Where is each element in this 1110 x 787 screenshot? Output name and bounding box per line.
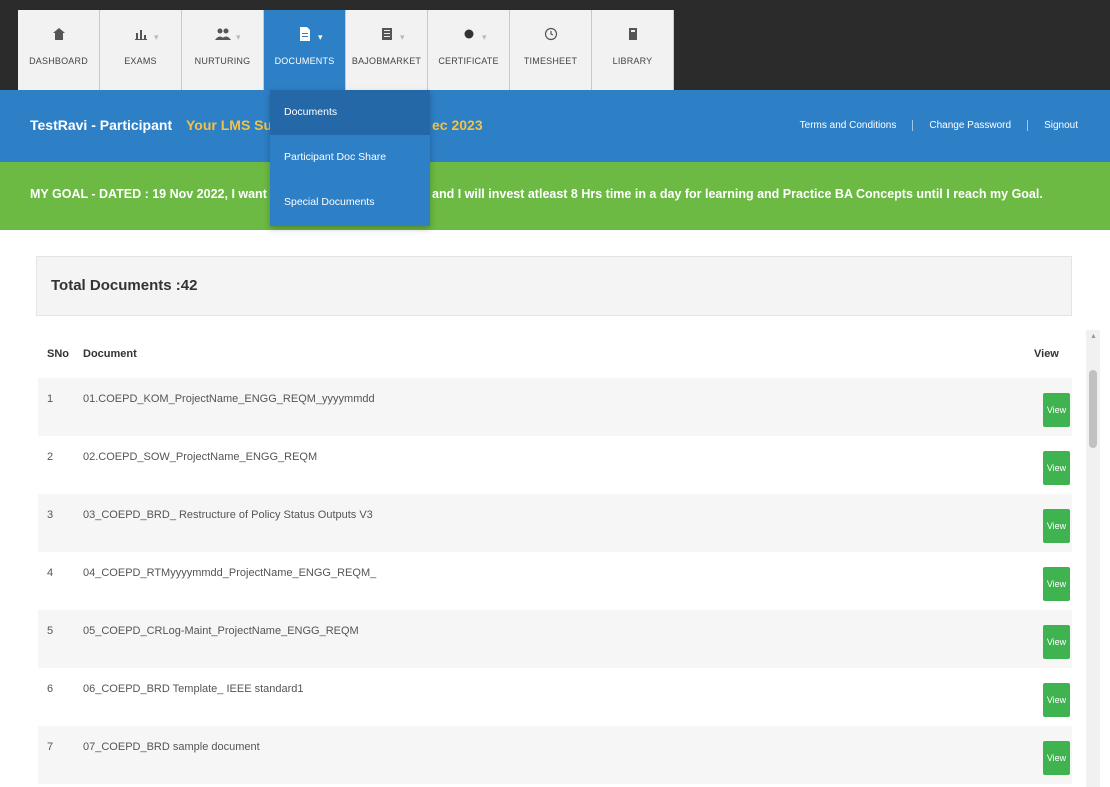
participant-name: TestRavi - Participant [30, 117, 173, 133]
column-header-view: View [1034, 348, 1059, 360]
people-icon [213, 24, 233, 44]
chart-icon [131, 24, 151, 44]
tab-documents[interactable]: ▾ DOCUMENTS [264, 10, 346, 90]
row-sno: 6 [47, 683, 54, 695]
row-sno: 3 [47, 509, 54, 521]
table-row: 4 04_COEPD_RTMyyyymmdd_ProjectName_ENGG_R… [38, 552, 1072, 610]
view-button[interactable]: View [1043, 683, 1070, 717]
row-sno: 2 [47, 451, 54, 463]
view-button[interactable]: View [1043, 451, 1070, 485]
column-header-document: Document [83, 348, 137, 360]
caret-down-icon: ▾ [400, 32, 405, 42]
menu-item-special-documents[interactable]: Special Documents [270, 180, 430, 225]
view-button[interactable]: View [1043, 509, 1070, 543]
tab-label: BAJOBMARKET [351, 56, 422, 66]
row-document-name: 01.COEPD_KOM_ProjectName_ENGG_REQM_yyyym… [83, 393, 375, 405]
row-sno: 1 [47, 393, 54, 405]
view-button[interactable]: View [1043, 741, 1070, 775]
menu-item-participant-doc-share[interactable]: Participant Doc Share [270, 135, 430, 180]
tab-label: DASHBOARD [29, 56, 88, 66]
row-document-name: 05_COEPD_CRLog-Maint_ProjectName_ENGG_RE… [83, 625, 359, 637]
tab-label: NURTURING [194, 56, 251, 66]
row-document-name: 03_COEPD_BRD_ Restructure of Policy Stat… [83, 509, 373, 521]
view-button[interactable]: View [1043, 625, 1070, 659]
signout-link[interactable]: Signout [1027, 120, 1094, 131]
briefcase-icon [377, 24, 397, 44]
table-scrollbar[interactable]: ▲ [1086, 330, 1100, 787]
row-document-name: 02.COEPD_SOW_ProjectName_ENGG_REQM [83, 451, 318, 463]
table-body: 1 01.COEPD_KOM_ProjectName_ENGG_REQM_yyyy… [38, 378, 1072, 784]
tab-nurturing[interactable]: ▾ NURTURING [182, 10, 264, 90]
row-sno: 4 [47, 567, 54, 579]
participant-bar: TestRavi - Participant Your LMS Sub ec 2… [0, 90, 1110, 162]
row-document-name: 06_COEPD_BRD Template_ IEEE standard1 [83, 683, 304, 695]
tab-library[interactable]: LIBRARY [592, 10, 674, 90]
goal-banner: MY GOAL - DATED : 19 Nov 2022, I want To… [0, 162, 1110, 230]
tab-label: CERTIFICATE [438, 56, 499, 66]
table-row: 1 01.COEPD_KOM_ProjectName_ENGG_REQM_yyyy… [38, 378, 1072, 436]
row-document-name: 07_COEPD_BRD sample document [83, 741, 260, 753]
table-row: 3 03_COEPD_BRD_ Restructure of Policy Sta… [38, 494, 1072, 552]
badge-icon [459, 24, 479, 44]
tab-certificate[interactable]: ▾ CERTIFICATE [428, 10, 510, 90]
lms-subscription-text-start: Your LMS Sub [186, 117, 281, 133]
nav-tabs: DASHBOARD ▾ EXAMS ▾ NURTURING ▾ DOCUMENTS ▾ BAJO… [18, 10, 674, 90]
table-row: 5 05_COEPD_CRLog-Maint_ProjectName_ENGG_R… [38, 610, 1072, 668]
row-sno: 7 [47, 741, 54, 753]
change-password-link[interactable]: Change Password [912, 120, 1027, 131]
goal-text-end: and I will invest atleast 8 Hrs time in … [432, 187, 1043, 201]
row-sno: 5 [47, 625, 54, 637]
dashboard-icon [49, 24, 69, 44]
tab-label: DOCUMENTS [274, 56, 335, 66]
clock-icon [541, 24, 561, 44]
tab-dashboard[interactable]: DASHBOARD [18, 10, 100, 90]
tab-label: EXAMS [124, 56, 157, 66]
total-documents-title: Total Documents :42 [51, 277, 198, 294]
table-header: SNo Document View [38, 330, 1072, 378]
table-row: 2 02.COEPD_SOW_ProjectName_ENGG_REQM View [38, 436, 1072, 494]
scrollbar-thumb[interactable] [1089, 370, 1097, 448]
column-header-sno: SNo [47, 348, 69, 360]
goal-text-start: MY GOAL - DATED : 19 Nov 2022, I want To [30, 187, 285, 201]
caret-down-icon: ▾ [236, 32, 241, 42]
documents-table: SNo Document View 1 01.COEPD_KOM_ProjectN… [38, 330, 1072, 784]
tab-exams[interactable]: ▾ EXAMS [100, 10, 182, 90]
documents-panel-header: Total Documents :42 [36, 256, 1072, 316]
top-navigation: DASHBOARD ▾ EXAMS ▾ NURTURING ▾ DOCUMENTS ▾ BAJO… [0, 0, 1110, 90]
view-button[interactable]: View [1043, 393, 1070, 427]
tab-label: TIMESHEET [523, 56, 578, 66]
tab-label: LIBRARY [612, 56, 653, 66]
header-links: Terms and Conditions Change Password Sig… [784, 120, 1094, 131]
book-icon [623, 24, 643, 44]
terms-link[interactable]: Terms and Conditions [784, 120, 913, 131]
caret-down-icon: ▾ [318, 32, 323, 42]
document-icon [295, 24, 315, 44]
table-row: 7 07_COEPD_BRD sample document View [38, 726, 1072, 784]
view-button[interactable]: View [1043, 567, 1070, 601]
lms-subscription-text-end: ec 2023 [432, 117, 483, 133]
documents-dropdown-menu: Documents Participant Doc Share Special … [270, 90, 430, 226]
scroll-up-arrow-icon[interactable]: ▲ [1090, 333, 1097, 340]
menu-item-documents[interactable]: Documents [270, 90, 430, 135]
row-document-name: 04_COEPD_RTMyyyymmdd_ProjectName_ENGG_RE… [83, 567, 377, 579]
tab-timesheet[interactable]: TIMESHEET [510, 10, 592, 90]
tab-bajobmarket[interactable]: ▾ BAJOBMARKET [346, 10, 428, 90]
caret-down-icon: ▾ [154, 32, 159, 42]
caret-down-icon: ▾ [482, 32, 487, 42]
table-row: 6 06_COEPD_BRD Template_ IEEE standard1 Vi… [38, 668, 1072, 726]
